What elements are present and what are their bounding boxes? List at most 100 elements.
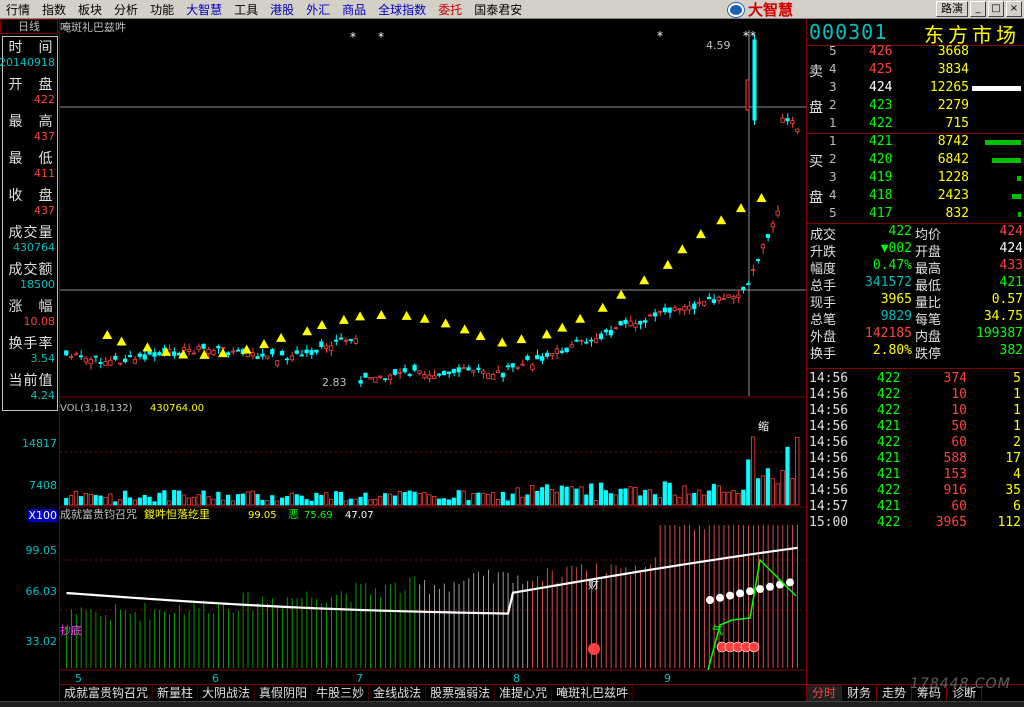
menu-item[interactable]: 功能	[144, 1, 180, 18]
menu-item[interactable]: 全球指数	[372, 1, 432, 18]
indicator-tab[interactable]: 真假阴阳	[255, 685, 313, 701]
level-number: 3	[829, 170, 837, 184]
tab-0[interactable]: 分时	[807, 685, 843, 702]
maximize-icon[interactable]: □	[988, 1, 1004, 17]
indicator-tab[interactable]: 金线战法	[369, 685, 427, 701]
candle-body	[230, 350, 236, 353]
volume-bar	[643, 489, 648, 506]
side-label: 买	[809, 154, 823, 170]
tick-n: 6	[1013, 499, 1021, 514]
candle-body	[289, 355, 295, 361]
candle-body	[363, 372, 368, 378]
volume-bar	[108, 493, 113, 506]
candle-body	[142, 354, 147, 360]
close-icon[interactable]: ×	[1006, 1, 1022, 17]
indicator-tab[interactable]: 大阴战法	[198, 685, 256, 701]
tick-n: 1	[1013, 419, 1021, 434]
candle-body	[343, 339, 348, 342]
minimize-icon[interactable]: _	[970, 1, 986, 17]
indicator-tab[interactable]: 股票强弱法	[426, 685, 496, 701]
volume: 3834	[937, 62, 969, 77]
menu-item[interactable]: 外汇	[300, 1, 336, 18]
volume-bar	[304, 499, 309, 506]
volume-bar	[706, 490, 712, 506]
volume-bar	[461, 490, 466, 506]
candle-body	[741, 286, 746, 291]
candle-body	[122, 358, 128, 363]
volume-bar	[172, 490, 177, 506]
menu-item[interactable]: 大智慧	[180, 1, 228, 18]
menu-item[interactable]: 商品	[336, 1, 372, 18]
candle-body	[113, 355, 118, 360]
volume-bar	[270, 495, 275, 506]
menu-item[interactable]: 委托	[432, 1, 468, 18]
volume-bar	[726, 491, 731, 506]
tick-n: 2	[1013, 435, 1021, 450]
candle-body	[466, 367, 471, 371]
indicator-scale-label: 33.02	[25, 635, 58, 648]
indicator-tab[interactable]: 成就富贵钩召咒	[60, 685, 154, 701]
candle-body	[520, 363, 525, 366]
volume-bar	[245, 491, 250, 506]
indicator-label: 气	[712, 623, 723, 637]
volume-bar	[226, 494, 231, 506]
info-label: 换手率	[8, 336, 54, 352]
stat-row: 总手 341572 最低 421	[807, 275, 1024, 294]
candle-body	[603, 329, 609, 333]
menu-item[interactable]: 港股	[264, 1, 300, 18]
volume-caption-value: 430764.00	[150, 403, 204, 414]
candle-body	[64, 350, 69, 356]
stat-value: 433	[999, 258, 1023, 273]
menu-item[interactable]: 国泰君安	[468, 1, 528, 18]
volume-bar	[765, 468, 770, 506]
menu-item[interactable]: 板块	[72, 1, 108, 18]
level-number: 4	[829, 188, 837, 202]
candle-body	[368, 377, 373, 380]
tick-t: 14:57	[809, 499, 849, 514]
menu-item[interactable]: 行情	[0, 1, 36, 18]
menu-item[interactable]: 指数	[36, 1, 72, 18]
signal-triangle	[338, 314, 349, 324]
chart-area[interactable]: * * * * * 4.59 2.83 VOL(3,18,132) 430764.00 成就富贵钧…	[60, 29, 806, 687]
candle-body	[98, 362, 103, 364]
candle-body	[697, 301, 702, 304]
stat-row: 外盘 142185 内盘 199387	[807, 326, 1024, 345]
period-label[interactable]: 日线	[0, 19, 58, 34]
price: 417	[869, 206, 893, 221]
indicator-caption3: 恶	[288, 508, 299, 521]
candle-body	[407, 373, 412, 376]
volume-bar	[333, 491, 339, 506]
tab-1[interactable]: 财务	[842, 685, 878, 702]
indicator-dot	[756, 585, 764, 593]
candle-body	[245, 352, 250, 358]
roadshow-button[interactable]: 路演	[936, 1, 968, 17]
volume-bar	[770, 478, 775, 506]
indicator-tab[interactable]: 新量柱	[153, 685, 199, 701]
stat-row: 成交 422 均价 424	[807, 224, 1024, 243]
volume-bar	[407, 490, 412, 506]
menu-item[interactable]: 分析	[108, 1, 144, 18]
volume-scale: 14817 7408 X100	[0, 397, 60, 537]
indicator-tab[interactable]: 唵斑礼巴兹吽	[552, 685, 634, 701]
volume-bar	[456, 490, 461, 506]
tab-2[interactable]: 走势	[877, 685, 913, 702]
candle-body	[191, 352, 196, 355]
volume-bar	[549, 488, 555, 506]
chart-svg[interactable]: * * * * *4.592.83VOL(3,18,132) 430764.00成就富贵钧…	[60, 29, 806, 685]
side-label: 盘	[809, 190, 823, 206]
candle-body	[598, 333, 604, 340]
candle-body	[279, 350, 285, 356]
price: 425	[869, 62, 893, 77]
indicator-tab[interactable]: 准提心咒	[495, 685, 553, 701]
volume-bar	[525, 494, 530, 506]
info-label: 涨 幅	[8, 299, 54, 315]
indicator-dot	[706, 596, 714, 604]
stat-value: 9829	[880, 309, 912, 324]
volume-bar	[731, 490, 736, 506]
tick-t: 14:56	[809, 419, 849, 434]
volume-bar	[88, 493, 93, 506]
menu-item[interactable]: 工具	[228, 1, 264, 18]
indicator-tab[interactable]: 牛股三妙	[312, 685, 370, 701]
stat-value: 199387	[976, 326, 1023, 341]
candle-body	[633, 323, 638, 328]
